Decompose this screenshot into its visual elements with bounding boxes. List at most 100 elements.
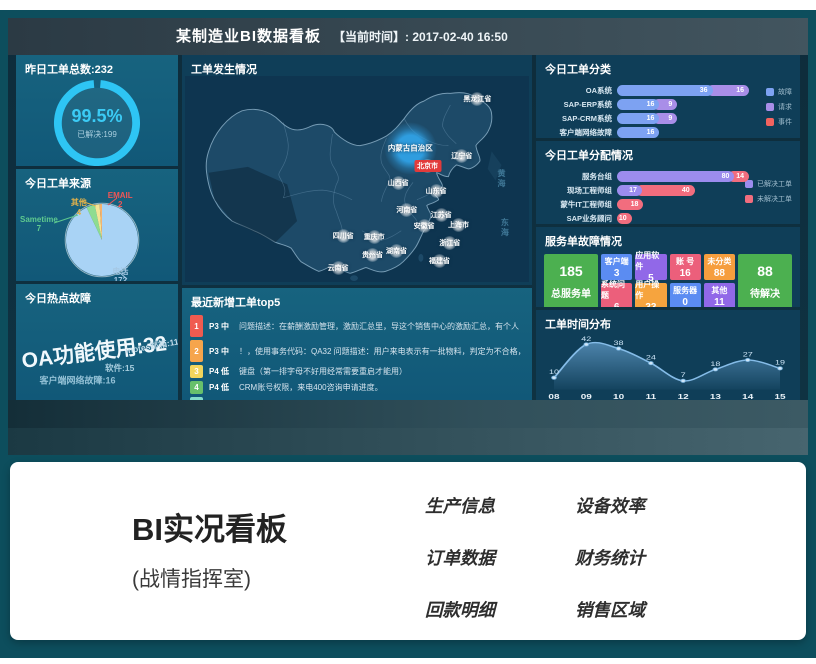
svg-text:10: 10 — [549, 368, 560, 375]
bar-segment: 18 — [617, 199, 643, 210]
tile-应用软件: 应用软件5 — [635, 254, 666, 280]
legend-item: 事件 — [766, 117, 792, 127]
card-link-设备效率[interactable]: 设备效率 — [575, 493, 645, 518]
ticket-rank-badge: 2 — [190, 340, 203, 362]
marker-label: 福建省 — [429, 256, 450, 266]
marker-label: 浙江省 — [439, 238, 460, 248]
marker-label: 内蒙古自治区 — [388, 143, 433, 154]
map-marker-江苏省: 江苏省 — [431, 210, 452, 220]
cloud-word-2: 软件:15 — [105, 362, 134, 374]
map-marker-山西省: 山西省 — [388, 178, 409, 188]
teal-stage: 某制造业BI数据看板 【当前时间】: 2017-02-40 16:50 昨日工单… — [0, 10, 816, 658]
tile-value: 88 — [714, 268, 725, 279]
tile-value: 33 — [645, 302, 656, 307]
tile-value: 11 — [714, 297, 725, 308]
tile-value: 185 — [559, 263, 582, 279]
card-subtitle: (战情指挥室) — [132, 563, 287, 593]
card-link-订单数据[interactable]: 订单数据 — [425, 545, 495, 570]
legend-label: 已解决工单 — [757, 179, 792, 189]
svg-text:08: 08 — [548, 392, 559, 400]
bar-segment: 16 — [617, 99, 659, 110]
panel-ticket-classify: 今日工单分类 OA系统3616SAP-ERP系统169SAP-CRM系统169客… — [536, 55, 800, 138]
pie-label-value: 172 — [112, 276, 128, 281]
dashboard-clock: 【当前时间】: 2017-02-40 16:50 — [333, 28, 508, 45]
card-link-回款明细[interactable]: 回款明细 — [425, 597, 495, 622]
map-marker-河南省: 河南省 — [396, 205, 417, 215]
card-link-财务统计[interactable]: 财务统计 — [575, 545, 645, 570]
bar-segment: 16 — [617, 127, 659, 138]
bar-segment: 40 — [636, 185, 695, 196]
legend-label: 故障 — [778, 87, 792, 97]
assign-bar-chart: 服务台组8014现场工程师组1740蒙牛IT工程师组18SAP业务顾问10SAP… — [536, 165, 800, 224]
donut-percent: 99.5% — [71, 106, 122, 127]
tile-其他: 其他11 — [704, 283, 735, 307]
svg-text:14: 14 — [742, 392, 753, 400]
sea-label-0: 黄海 — [496, 169, 507, 189]
tile-value: 3 — [614, 268, 620, 279]
marker-label: 山东省 — [426, 186, 447, 196]
svg-text:38: 38 — [614, 339, 625, 346]
svg-text:27: 27 — [743, 351, 753, 358]
classify-bar-chart: OA系统3616SAP-ERP系统169SAP-CRM系统169客户端网络故障1… — [536, 79, 800, 138]
legend-swatch — [766, 103, 774, 111]
bar-value: 9 — [668, 115, 672, 122]
tile-value: 16 — [680, 268, 691, 279]
svg-text:19: 19 — [775, 359, 785, 366]
pie-label-其他: 其他4 — [71, 198, 87, 216]
pie-label-name: Sametime — [20, 215, 58, 224]
legend-item: 请求 — [766, 102, 792, 112]
panel-yesterday-title: 昨日工单总数:232 — [16, 55, 178, 79]
ticket-row-2: 2P3 中！，使用事务代码：QA32 问题描述：用户来电表示有一批物料，判定为不… — [190, 340, 524, 362]
bar-value: 17 — [629, 187, 637, 194]
tile-用户操作: 用户操作33 — [635, 283, 666, 307]
legend-label: 请求 — [778, 102, 792, 112]
bar-segment: 36 — [617, 85, 713, 96]
panel-ticket-source: 今日工单来源 EMAIL2其他4Sametime7电话172 — [16, 169, 178, 281]
marker-label: 四川省 — [333, 231, 354, 241]
ticket-description: 问题描述：在薪酬激励管理，激励汇总里，导这个销售中心的激励汇总，有个人（0004… — [239, 321, 524, 332]
map-marker-浙江省: 浙江省 — [439, 238, 460, 248]
sea-label-1: 东海 — [499, 218, 510, 238]
top5-list: 1P3 中问题描述：在薪酬激励管理，激励汇总里，导这个销售中心的激励汇总，有个人… — [182, 312, 532, 400]
map-marker-云南省: 云南省 — [328, 263, 349, 273]
bar-track: 3616 — [617, 85, 755, 96]
card-link-生产信息[interactable]: 生产信息 — [425, 493, 495, 518]
donut-center: 99.5% 已解决:199 — [71, 106, 122, 140]
tile-value: 6 — [614, 302, 620, 307]
bar-row-label: 服务台组 — [544, 171, 617, 182]
tile-name: 系统问题 — [601, 279, 632, 301]
dashboard-title: 某制造业BI数据看板 — [176, 18, 321, 55]
card-link-销售区域[interactable]: 销售区域 — [575, 597, 645, 622]
bar-segment: 80 — [617, 171, 734, 182]
map-marker-贵州省: 贵州省 — [362, 250, 383, 260]
bar-track: 80 14 — [617, 171, 755, 182]
chart-legend: 已解决工单未解决工单 — [745, 179, 792, 209]
legend-item: 未解决工单 — [745, 194, 792, 204]
tile-服务器: 服务器0 — [670, 283, 701, 307]
panel-classify-title: 今日工单分类 — [536, 55, 800, 79]
bar-value: 80 — [722, 173, 730, 180]
chart-legend: 故障请求事件 — [766, 87, 792, 132]
tile-name: 服务器 — [673, 285, 697, 296]
pie-label-EMAIL: EMAIL2 — [108, 191, 133, 209]
bar-track: 16 — [617, 127, 755, 138]
bar-value: 40 — [682, 187, 690, 194]
screen-bezel-band-1 — [8, 400, 808, 428]
tile-label: 待解决 — [750, 285, 780, 300]
svg-text:18: 18 — [710, 360, 721, 367]
bar-segment: 17 — [617, 185, 642, 196]
legend-label: 未解决工单 — [757, 194, 792, 204]
panel-ticket-assign: 今日工单分配情况 服务台组8014现场工程师组1740蒙牛IT工程师组18SAP… — [536, 141, 800, 224]
tile-name: 账 号 — [676, 256, 694, 267]
tile-未分类: 未分类88 — [704, 254, 735, 280]
svg-text:42: 42 — [581, 335, 591, 342]
bar-value: 14 — [736, 173, 744, 180]
panel-yesterday-total: 昨日工单总数:232 99.5% 已解决:199 — [16, 55, 178, 166]
bar-row-label: 现场工程师组 — [544, 185, 617, 196]
ticket-rank-badge: 1 — [190, 315, 203, 337]
bar-row-label: 客户端网络故障 — [544, 127, 617, 138]
marker-label: 山西省 — [388, 178, 409, 188]
map-marker-黑龙江省: 黑龙江省 — [463, 94, 491, 104]
bar-track: 1740 — [617, 185, 755, 196]
bar-track: 169 — [617, 113, 755, 124]
